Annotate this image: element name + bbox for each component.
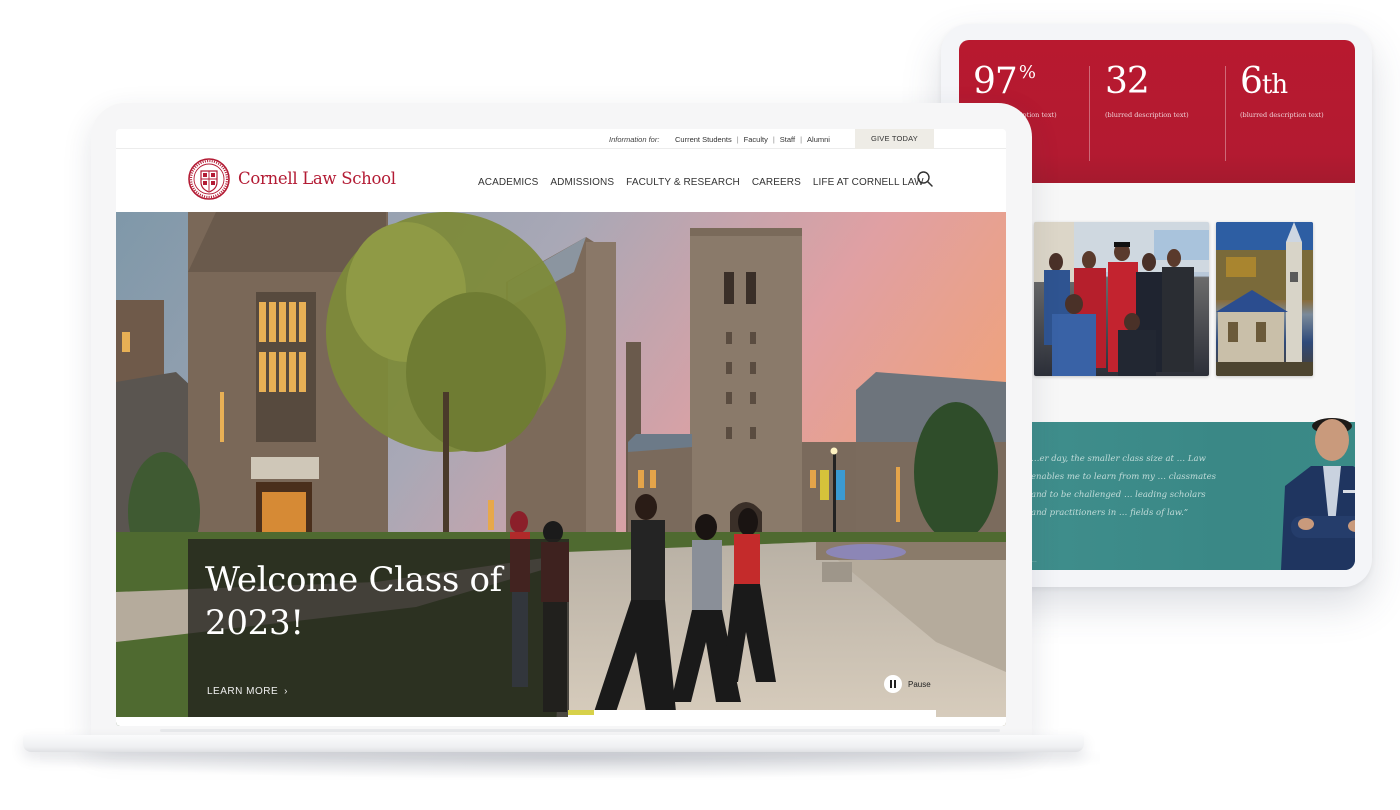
stat-description: (blurred description text)	[1240, 111, 1324, 119]
chevron-right-icon: ›	[284, 686, 288, 697]
site-header: Cornell Law School ACADEMICS ADMISSIONS …	[116, 149, 1006, 212]
learn-more-label: LEARN MORE	[207, 686, 279, 697]
nav-faculty-research[interactable]: FACULTY & RESEARCH	[626, 177, 740, 188]
separator: |	[800, 135, 803, 144]
audience-links: Current Students | Faculty | Staff | Alumni	[675, 135, 830, 144]
hero-carousel: Welcome Class of 2023! LEARN MORE › Pause	[116, 212, 1006, 726]
hero-caption-panel: Welcome Class of 2023! LEARN MORE ›	[188, 539, 569, 717]
separator: |	[736, 135, 739, 144]
stat-description: (blurred description text)	[1105, 111, 1189, 119]
nav-academics[interactable]: ACADEMICS	[478, 177, 538, 188]
cornell-seal-icon[interactable]	[188, 158, 230, 200]
stat-ranking: 6th (blurred description text)	[1240, 64, 1340, 121]
stat-divider	[1089, 66, 1090, 161]
nav-life-at-cornell-law[interactable]: LIFE AT CORNELL LAW	[813, 177, 924, 188]
testimonial-quote: …er day, the smaller class size at … Law…	[1031, 454, 1216, 518]
main-nav: ACADEMICS ADMISSIONS FACULTY & RESEARCH …	[478, 177, 936, 188]
link-current-students[interactable]: Current Students	[675, 135, 732, 144]
search-icon[interactable]	[916, 170, 934, 188]
carousel-pause-button[interactable]: Pause	[884, 675, 931, 693]
laptop-base	[23, 735, 1084, 752]
stat-sup: %	[1018, 62, 1036, 83]
campus-chapel-photo[interactable]	[1216, 222, 1313, 376]
pause-icon	[884, 675, 902, 693]
utility-bar: Information for: Current Students | Facult…	[116, 129, 1006, 149]
stat-divider	[1225, 66, 1226, 161]
stat-value: 6	[1240, 61, 1263, 102]
slide-progress-bar	[568, 710, 936, 726]
laptop-screen: Information for: Current Students | Facult…	[116, 129, 1006, 726]
separator: |	[772, 135, 775, 144]
stat-suffix: th	[1261, 70, 1288, 100]
nav-careers[interactable]: CAREERS	[752, 177, 801, 188]
link-staff[interactable]: Staff	[780, 135, 795, 144]
stat-value: 32	[1105, 61, 1150, 102]
information-for-label: Information for:	[609, 135, 660, 144]
stat-value: 97	[973, 61, 1018, 102]
stat-clerkships: 32 (blurred description text)	[1105, 64, 1205, 121]
laptop-hinge	[160, 729, 1000, 732]
hero-title: Welcome Class of 2023!	[205, 560, 502, 643]
link-faculty[interactable]: Faculty	[744, 135, 768, 144]
nav-admissions[interactable]: ADMISSIONS	[550, 177, 614, 188]
site-logo-text[interactable]: Cornell Law School	[238, 169, 396, 188]
give-today-button[interactable]: GIVE TODAY	[855, 129, 934, 149]
slide-progress-fill	[568, 710, 594, 715]
graduates-photo[interactable]	[1034, 222, 1209, 376]
testimonial-panel: …er day, the smaller class size at … Law…	[1031, 418, 1355, 570]
student-portrait	[1271, 404, 1355, 570]
link-alumni[interactable]: Alumni	[807, 135, 830, 144]
pause-label: Pause	[908, 679, 931, 689]
learn-more-link[interactable]: LEARN MORE ›	[207, 686, 288, 697]
